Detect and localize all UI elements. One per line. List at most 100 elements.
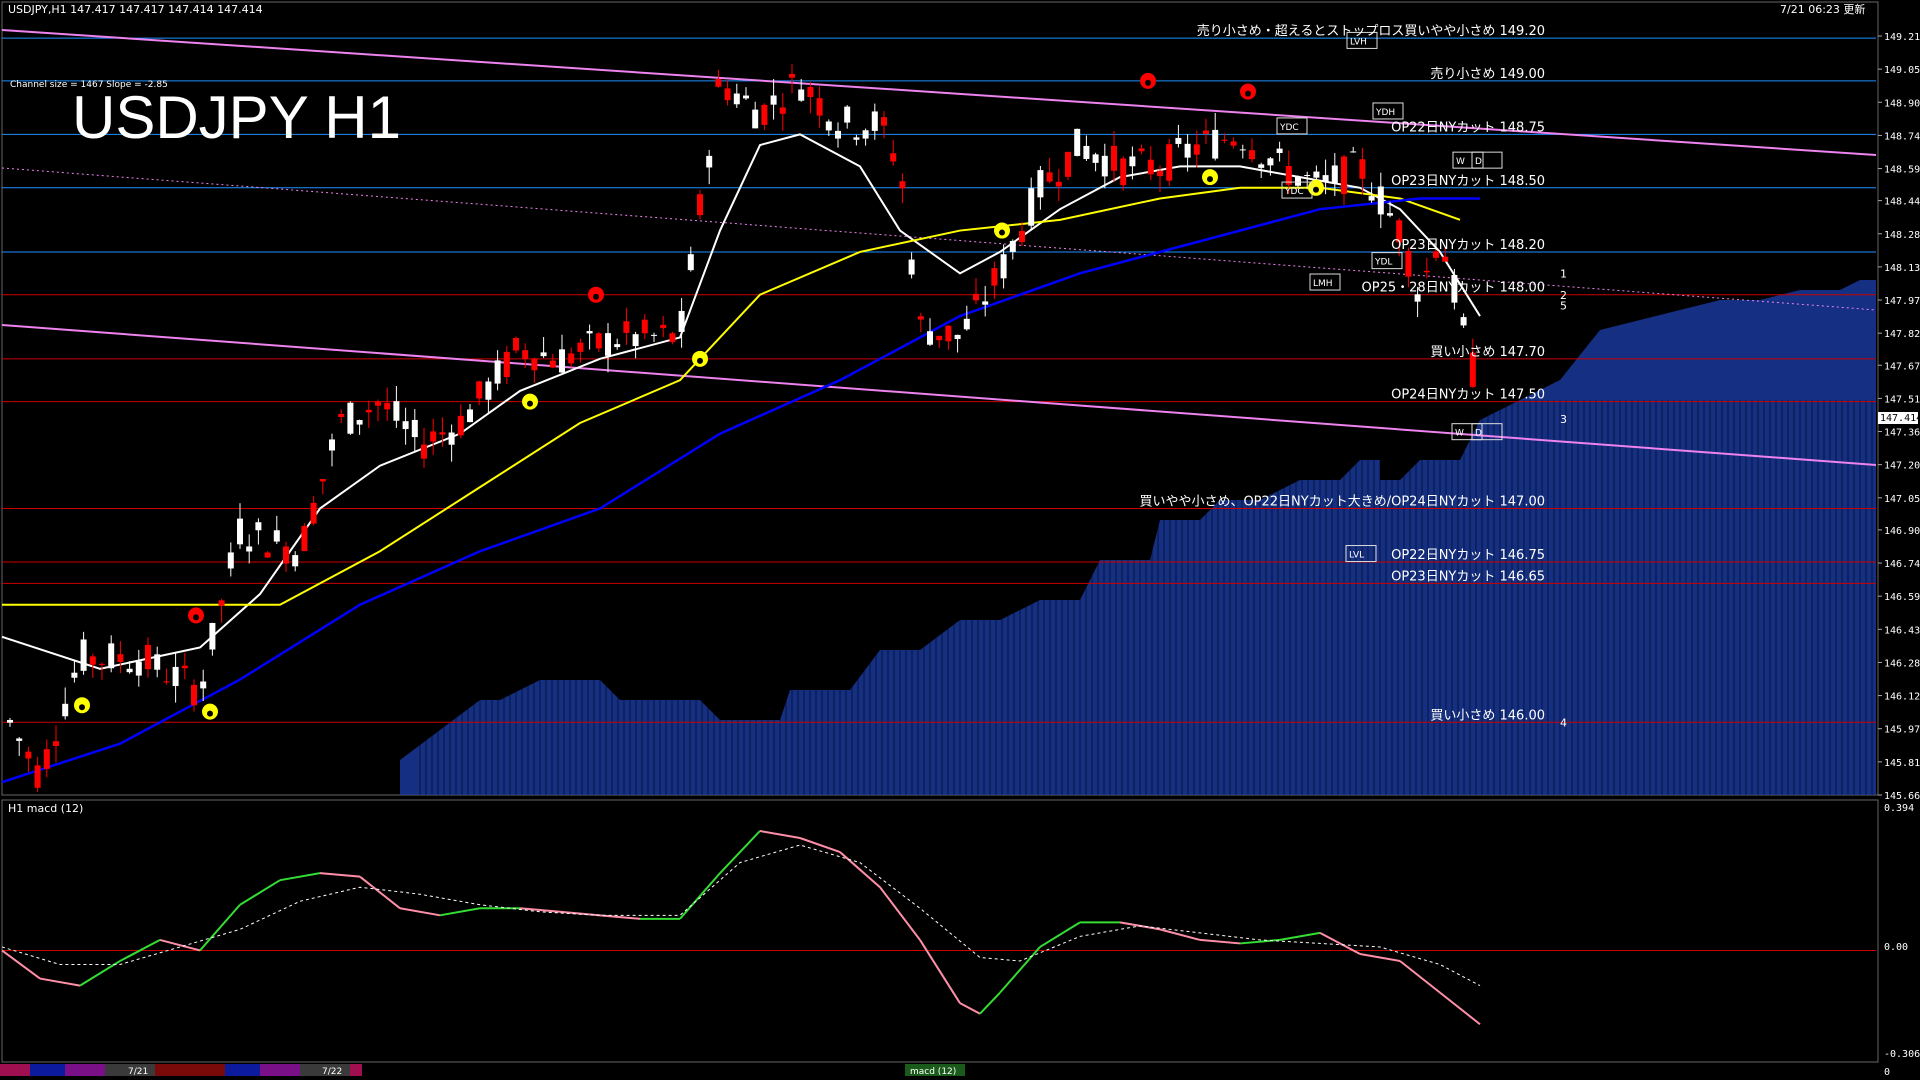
candle-body [568, 353, 575, 364]
macd-main-segment [959, 1002, 981, 1015]
level-label: OP23日NYカット 148.50 [1391, 174, 1545, 189]
channel-mid [1, 167, 1877, 311]
price-tick-label: 149.055 [1884, 65, 1920, 76]
box-label: YDL [1374, 258, 1392, 268]
candle-body [586, 331, 593, 334]
candle-body [1000, 254, 1007, 279]
date-strip[interactable]: 7/21 7/22 macd (12) [0, 1064, 965, 1077]
candle-body [706, 155, 713, 168]
candle-body [1239, 149, 1246, 151]
macd-main-segment [359, 875, 401, 910]
candle-body [1193, 144, 1200, 155]
macd-plot [1, 829, 1876, 1026]
candle-body [1304, 174, 1311, 176]
macd-main-segment [439, 907, 481, 917]
price-tick-label: 148.130 [1884, 263, 1920, 274]
candle-body [135, 661, 142, 676]
candle-body [697, 194, 703, 216]
candle-body [99, 663, 105, 665]
price-tick-label: 145.815 [1884, 758, 1920, 769]
macd-main-segment [1199, 938, 1241, 945]
candle-body [945, 325, 952, 342]
candle-body [218, 600, 225, 606]
candle-body [1009, 240, 1016, 252]
candle-body [411, 419, 418, 438]
svg-text:147.414: 147.414 [1880, 413, 1920, 424]
candle-body [641, 319, 648, 334]
macd-main-segment [239, 879, 281, 906]
box-label: W [1456, 157, 1465, 167]
macd-axis-top: 0.394 [1884, 803, 1914, 814]
candle-body [319, 478, 326, 482]
candle-body [1267, 158, 1274, 166]
macd-main-segment [719, 830, 761, 874]
level-label: OP23日NYカット 148.20 [1391, 238, 1545, 253]
candle-body [467, 409, 473, 423]
price-tick-label: 147.050 [1884, 494, 1920, 505]
candle-body [844, 106, 851, 123]
candle-body [1313, 171, 1320, 178]
candle-body [71, 672, 78, 678]
cloud-area [400, 280, 1876, 795]
macd-main-segment [159, 938, 201, 952]
chart-canvas[interactable]: YDHYDLYDCYDCLVHLVLLMHW DW D12534 売り小さめ・超える… [0, 0, 1920, 1080]
price-tick-label: 146.280 [1884, 658, 1920, 669]
box-label: W [1455, 429, 1464, 439]
candle-body [660, 324, 667, 329]
candle-body [1230, 141, 1237, 146]
macd-axis-zero: 0.00 [1884, 942, 1908, 953]
candle-body [1221, 139, 1228, 141]
candle-body [255, 522, 262, 531]
candle-body [292, 555, 299, 567]
price-tick-label: 146.435 [1884, 625, 1920, 636]
candle-body [301, 525, 308, 552]
candle-body [1147, 159, 1154, 175]
candle-body [7, 719, 13, 723]
price-tick-label: 146.900 [1884, 526, 1920, 537]
candle-body [181, 665, 188, 669]
candle-body [1405, 250, 1412, 277]
current-price-marker: 147.414 [1878, 412, 1920, 424]
price-tick-label: 146.590 [1884, 592, 1920, 603]
candle-body [384, 403, 391, 410]
price-tick-label: 147.205 [1884, 461, 1920, 472]
level-label: 売り小さめ・超えるとストップロス買いやや小さめ 149.20 [1197, 23, 1545, 39]
box-label: LVL [1349, 551, 1364, 561]
candle-body [623, 321, 630, 333]
candle-body [743, 95, 749, 99]
candle-body [439, 432, 446, 435]
level-label: 買い小さめ 146.00 [1430, 708, 1545, 723]
candle-body [1212, 129, 1219, 159]
candle-body [513, 337, 519, 351]
macd-main-segment [1399, 960, 1441, 994]
candle-body [227, 552, 234, 569]
candle-body [522, 350, 529, 360]
candle-body [457, 415, 464, 436]
price-tick-label: 148.440 [1884, 197, 1920, 208]
macd-tab-label[interactable]: macd (12) [910, 1067, 956, 1077]
candle-body [715, 79, 722, 87]
signal-mark-inner [999, 229, 1005, 236]
candle-body [1092, 154, 1099, 163]
candle-body [283, 546, 289, 564]
page-title: USDJPY H1 [72, 84, 401, 151]
candle-body [1111, 145, 1117, 171]
price-tick-label: 145.970 [1884, 725, 1920, 736]
wave-number: 4 [1560, 717, 1567, 730]
candle-body [1203, 130, 1209, 134]
macd-main-segment [1359, 952, 1401, 962]
signal-mark-inner [1313, 186, 1319, 193]
candle-body [117, 654, 124, 662]
candle-body [908, 259, 915, 275]
candle-body [172, 666, 179, 687]
price-tick-label: 147.360 [1884, 428, 1920, 439]
candle-body [761, 104, 768, 125]
candle-body [973, 293, 979, 301]
macd-main-segment [1159, 928, 1201, 941]
candle-body [237, 518, 243, 545]
price-axis: 149.210 149.055 148.900 148.745 148.590 148.4… [1877, 2, 1920, 802]
candle-body [871, 111, 878, 131]
wave-number: 3 [1560, 413, 1567, 426]
candle-body [577, 342, 584, 352]
candle-body [1322, 175, 1329, 182]
